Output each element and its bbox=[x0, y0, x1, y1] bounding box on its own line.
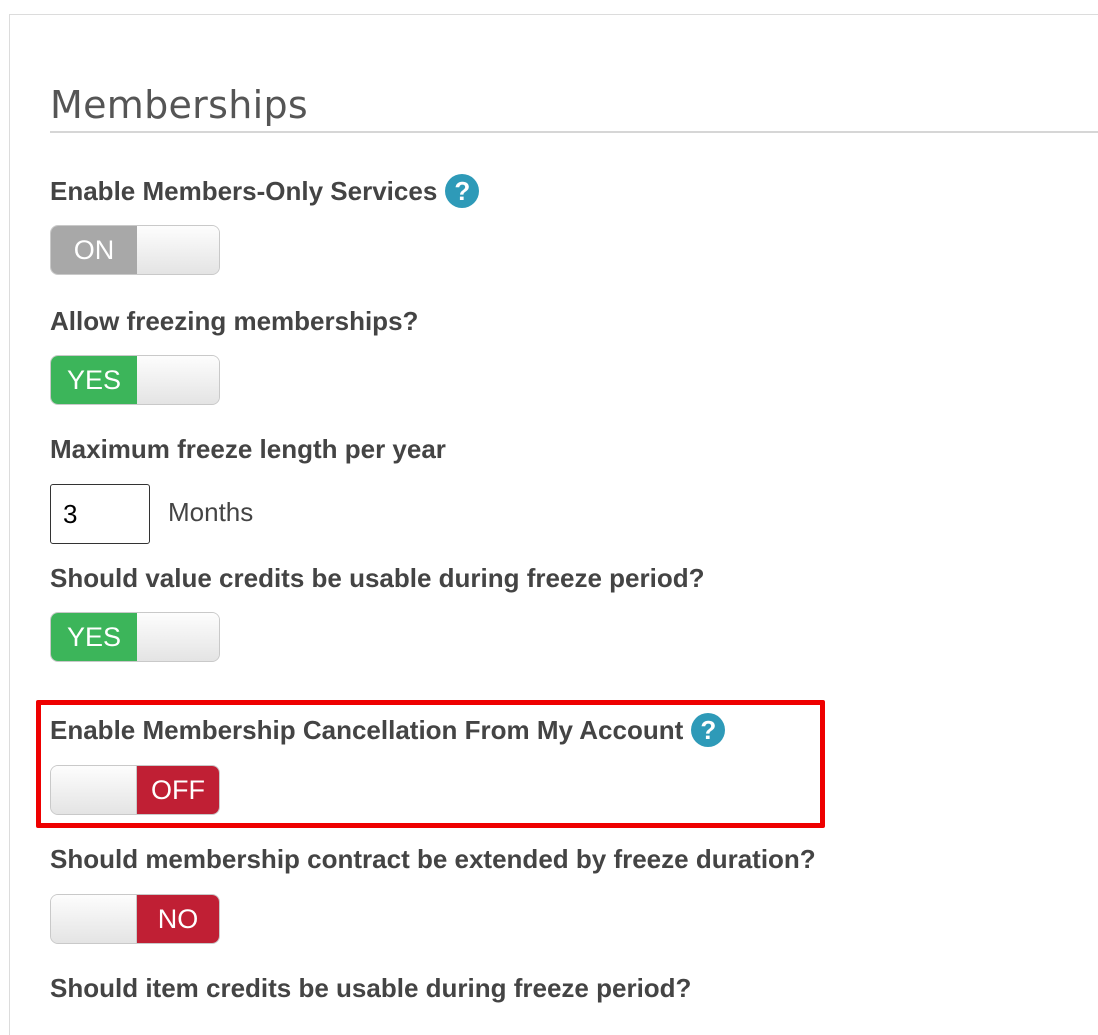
value-credits-label: Should value credits be usable during fr… bbox=[50, 563, 705, 593]
allow-freezing-label: Allow freezing memberships? bbox=[50, 306, 419, 336]
toggle-knob bbox=[51, 895, 137, 943]
toggle-state-off: OFF bbox=[137, 766, 219, 814]
extend-contract-label: Should membership contract be extended b… bbox=[50, 844, 816, 874]
max-freeze-label: Maximum freeze length per year bbox=[50, 434, 446, 464]
toggle-state-on: ON bbox=[51, 226, 137, 274]
help-icon[interactable]: ? bbox=[445, 174, 480, 209]
item-credits-label: Should item credits be usable during fre… bbox=[50, 973, 692, 1003]
max-freeze-unit: Months bbox=[168, 497, 254, 527]
title-divider bbox=[50, 131, 1098, 133]
toggle-state-no: NO bbox=[137, 895, 219, 943]
toggle-knob bbox=[137, 226, 219, 274]
allow-freezing-toggle[interactable]: YES bbox=[50, 355, 220, 405]
toggle-state-yes: YES bbox=[51, 613, 137, 661]
toggle-knob bbox=[137, 356, 219, 404]
members-only-setting: Enable Members-Only Services? bbox=[50, 174, 480, 210]
extend-contract-toggle[interactable]: NO bbox=[50, 894, 220, 944]
members-only-toggle[interactable]: ON bbox=[50, 225, 220, 275]
page-title: Memberships bbox=[50, 83, 308, 128]
members-only-label: Enable Members-Only Services bbox=[50, 176, 438, 206]
toggle-knob bbox=[51, 766, 137, 814]
cancellation-setting: Enable Membership Cancellation From My A… bbox=[50, 713, 726, 749]
cancellation-toggle[interactable]: OFF bbox=[50, 765, 220, 815]
toggle-state-yes: YES bbox=[51, 356, 137, 404]
max-freeze-input[interactable] bbox=[50, 484, 150, 544]
toggle-knob bbox=[137, 613, 219, 661]
value-credits-toggle[interactable]: YES bbox=[50, 612, 220, 662]
cancellation-label: Enable Membership Cancellation From My A… bbox=[50, 715, 684, 745]
help-icon[interactable]: ? bbox=[691, 713, 726, 748]
